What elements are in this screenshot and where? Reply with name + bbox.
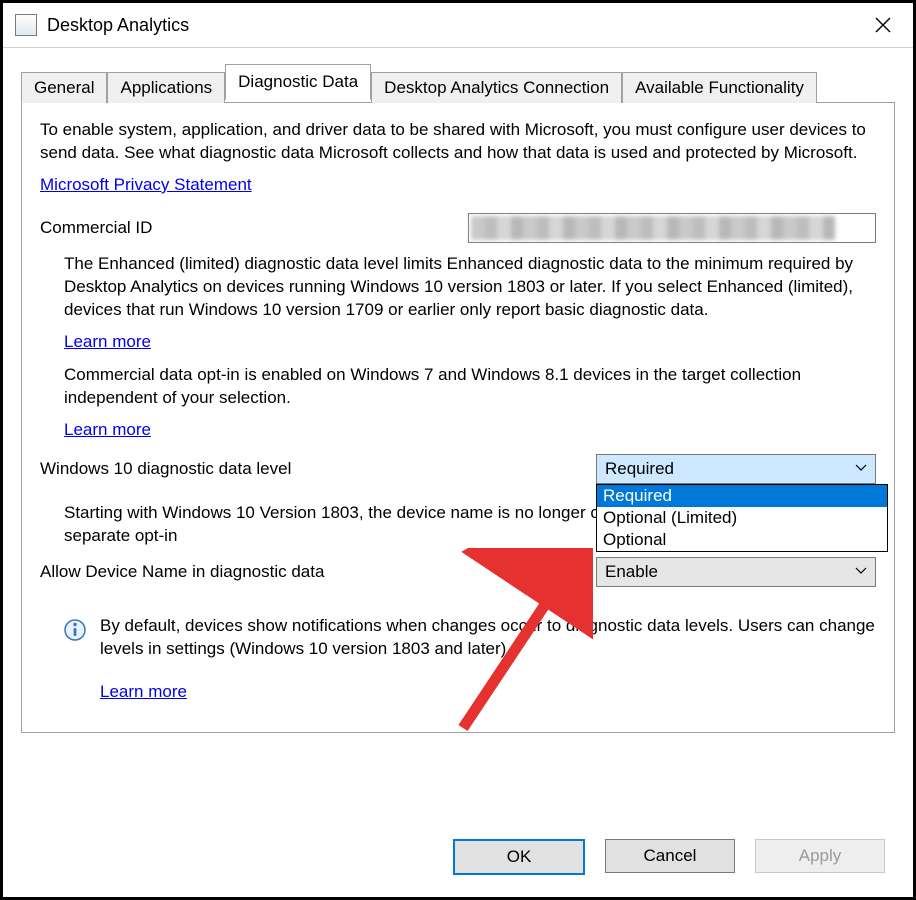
close-icon [875, 17, 891, 33]
allow-device-name-selected: Enable [605, 562, 658, 582]
close-button[interactable] [865, 7, 901, 43]
tab-general[interactable]: General [21, 72, 107, 103]
dialog-button-row: OK Cancel Apply [453, 839, 885, 875]
info-icon [64, 619, 86, 641]
diag-level-combobox[interactable]: Required Required Optional (Limited) Opt… [596, 454, 876, 484]
diag-level-option-optional[interactable]: Optional [597, 529, 887, 551]
learn-more-link-1[interactable]: Learn more [64, 332, 151, 351]
tab-page-diagnostic: To enable system, application, and drive… [21, 103, 895, 733]
chevron-down-icon [855, 562, 867, 582]
notification-info-text: By default, devices show notifications w… [100, 615, 876, 661]
apply-button: Apply [755, 839, 885, 873]
dialog-client-area: General Applications Diagnostic Data Des… [3, 48, 913, 733]
privacy-statement-link[interactable]: Microsoft Privacy Statement [40, 175, 252, 194]
optin-description: Commercial data opt-in is enabled on Win… [64, 364, 876, 410]
window-title: Desktop Analytics [47, 15, 189, 36]
diag-level-dropdown: Required Optional (Limited) Optional [596, 484, 888, 552]
learn-more-link-2[interactable]: Learn more [64, 420, 151, 439]
app-icon [15, 14, 37, 36]
diag-level-label: Windows 10 diagnostic data level [40, 459, 291, 479]
commercial-id-label: Commercial ID [40, 218, 152, 238]
intro-text: To enable system, application, and drive… [40, 119, 876, 165]
allow-device-name-label: Allow Device Name in diagnostic data [40, 562, 324, 582]
cancel-button[interactable]: Cancel [605, 839, 735, 873]
learn-more-link-3[interactable]: Learn more [100, 682, 187, 701]
allow-device-name-combobox[interactable]: Enable [596, 557, 876, 587]
ok-button[interactable]: OK [453, 839, 585, 875]
commercial-id-input[interactable] [468, 213, 876, 243]
title-bar: Desktop Analytics [3, 3, 913, 48]
chevron-down-icon [855, 459, 867, 479]
diag-level-selected: Required [605, 459, 674, 479]
tab-functionality[interactable]: Available Functionality [622, 72, 817, 103]
enhanced-description: The Enhanced (limited) diagnostic data l… [64, 253, 876, 322]
tab-applications[interactable]: Applications [107, 72, 225, 103]
diag-level-option-required[interactable]: Required [597, 485, 887, 507]
tab-diagnostic-data[interactable]: Diagnostic Data [225, 64, 371, 100]
diag-level-option-optional-limited[interactable]: Optional (Limited) [597, 507, 887, 529]
commercial-id-blurred-value [471, 216, 835, 240]
tab-connection[interactable]: Desktop Analytics Connection [371, 72, 622, 103]
tab-strip: General Applications Diagnostic Data Des… [21, 68, 895, 103]
